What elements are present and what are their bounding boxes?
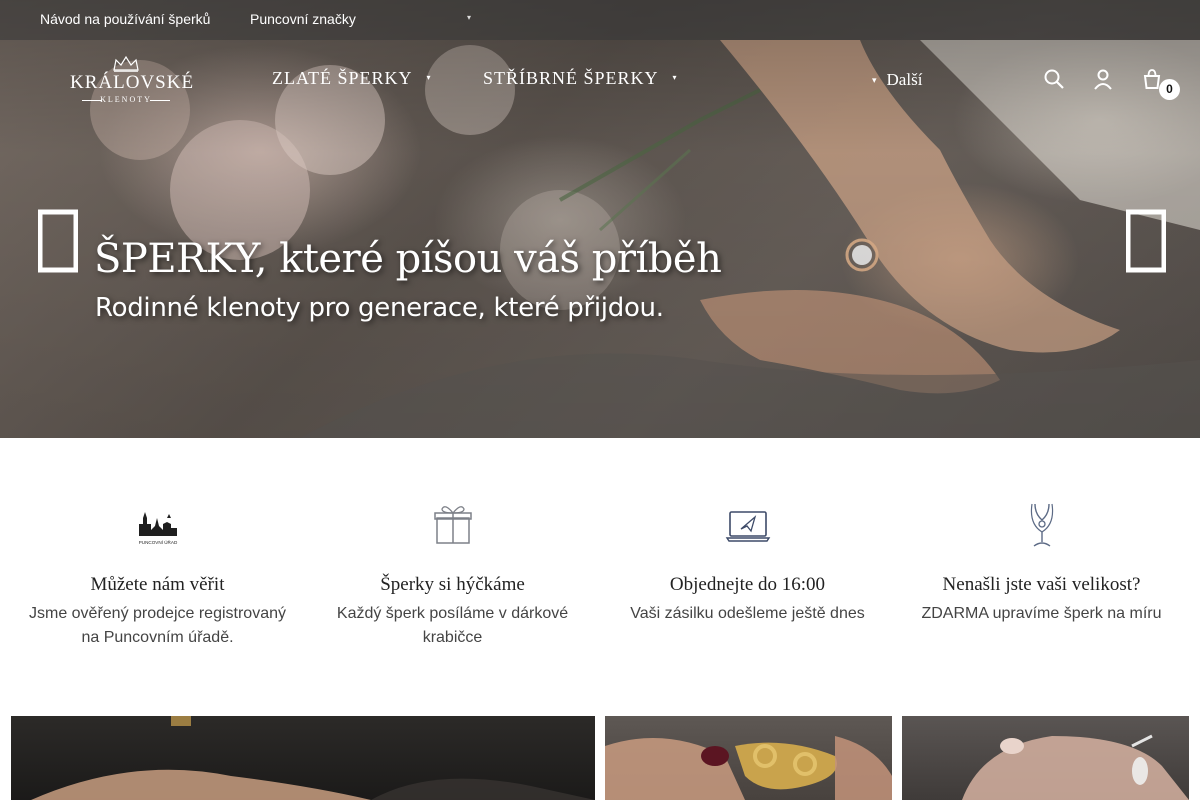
nav-label: ZLATÉ ŠPERKY [272,68,413,88]
top-bar: Návod na používání šperků Puncovní značk… [0,0,1200,40]
search-icon[interactable] [1043,68,1065,90]
chevron-down-icon[interactable]: ▾ [467,13,471,22]
feature-desc: ZDARMA upravíme šperk na míru [921,605,1162,622]
gift-box-icon [433,506,472,544]
hero-subtitle: Rodinné klenoty pro generace, které přij… [95,293,664,323]
feature-trust: PUNCOVNÍ ÚŘAD Můžete nám věřit Jsme ověř… [10,500,305,650]
feature-desc: Jsme ověřený prodejce registrovaný na Pu… [28,605,286,646]
logo[interactable]: KRÁLOVSKÉ KLENOTY [70,56,195,106]
category-tile-3[interactable] [902,716,1189,800]
nav-more[interactable]: ▾ Další [872,70,922,90]
page: Návod na používání šperků Puncovní značk… [0,0,1200,800]
puncovni-urad-caption: PUNCOVNÍ ÚŘAD [138,538,177,545]
user-icon[interactable] [1092,68,1114,90]
hero-banner: Návod na používání šperků Puncovní značk… [0,0,1200,438]
chevron-down-icon: ▾ [426,73,432,83]
feature-title: Objednejte do 16:00 [669,574,826,595]
chevron-down-icon: ▾ [672,73,678,83]
category-tile-1[interactable] [11,716,595,800]
feature-size: Nenašli jste vaši velikost? ZDARMA uprav… [894,500,1189,626]
necklace-bust-icon [1030,503,1053,547]
feature-desc: Vaši zásilku odešleme ještě dnes [630,605,865,622]
logo-name: KRÁLOVSKÉ [70,72,195,93]
feature-desc: Každý šperk posíláme v dárkové krabičce [336,605,569,646]
tile-image [962,734,1189,800]
slider-next-button[interactable] [1125,206,1167,276]
nav-item-zlate-sperky[interactable]: ZLATÉ ŠPERKY ▾ [272,68,432,89]
slider-prev-button[interactable] [37,206,79,276]
feature-gift: Šperky si hýčkáme Každý šperk posíláme v… [305,500,600,650]
chevron-left-icon [37,209,79,273]
nav-item-stribrne-sperky[interactable]: STŘÍBRNÉ ŠPERKY ▾ [483,68,678,89]
topbar-link-puncovni-znacky[interactable]: Puncovní značky [250,11,356,27]
feature-title: Nenašli jste vaši velikost? [942,574,1141,595]
chevron-down-icon: ▾ [872,75,877,85]
laptop-send-icon [725,511,770,542]
chevron-right-icon [1125,209,1167,273]
crown-icon [113,56,139,72]
nav-label: STŘÍBRNÉ ŠPERKY [483,68,659,88]
feature-shipping: Objednejte do 16:00 Vaši zásilku odešlem… [600,500,895,626]
tile-image [605,736,892,800]
topbar-link-navod[interactable]: Návod na používání šperků [40,11,210,27]
logo-rule-right [150,100,170,101]
cart-count-badge: 0 [1159,79,1180,100]
category-tile-2[interactable] [605,716,892,800]
nav-more-label: Další [886,70,923,89]
feature-title: Šperky si hýčkáme [380,574,525,595]
puncovni-urad-icon: PUNCOVNÍ ÚŘAD [138,512,177,545]
feature-title: Můžete nám věřit [90,574,225,595]
tile-image [31,716,595,800]
hero-title: ŠPERKY, které píšou váš příběh [94,236,722,282]
